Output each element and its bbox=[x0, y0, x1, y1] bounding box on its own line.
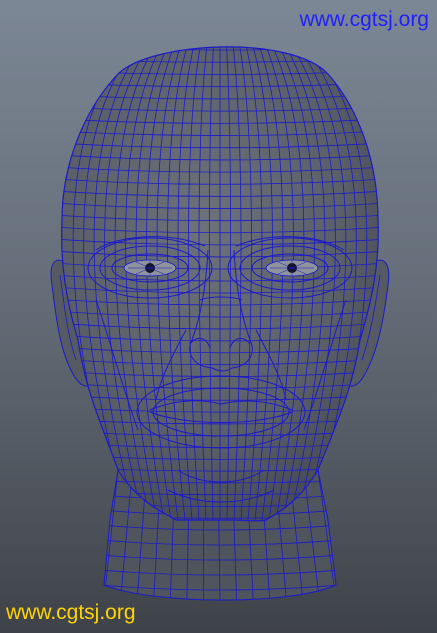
wire-edge bbox=[104, 599, 336, 601]
watermark-bottom-left[interactable]: www.cgtsj.org bbox=[6, 601, 136, 625]
3d-viewport[interactable]: www.cgtsj.org www.cgtsj.org bbox=[0, 0, 437, 633]
left-eye bbox=[123, 259, 177, 277]
right-eye bbox=[265, 259, 319, 277]
head-mesh bbox=[61, 46, 379, 522]
watermark-top-right[interactable]: www.cgtsj.org bbox=[299, 8, 429, 32]
head-mesh-render bbox=[50, 46, 390, 601]
